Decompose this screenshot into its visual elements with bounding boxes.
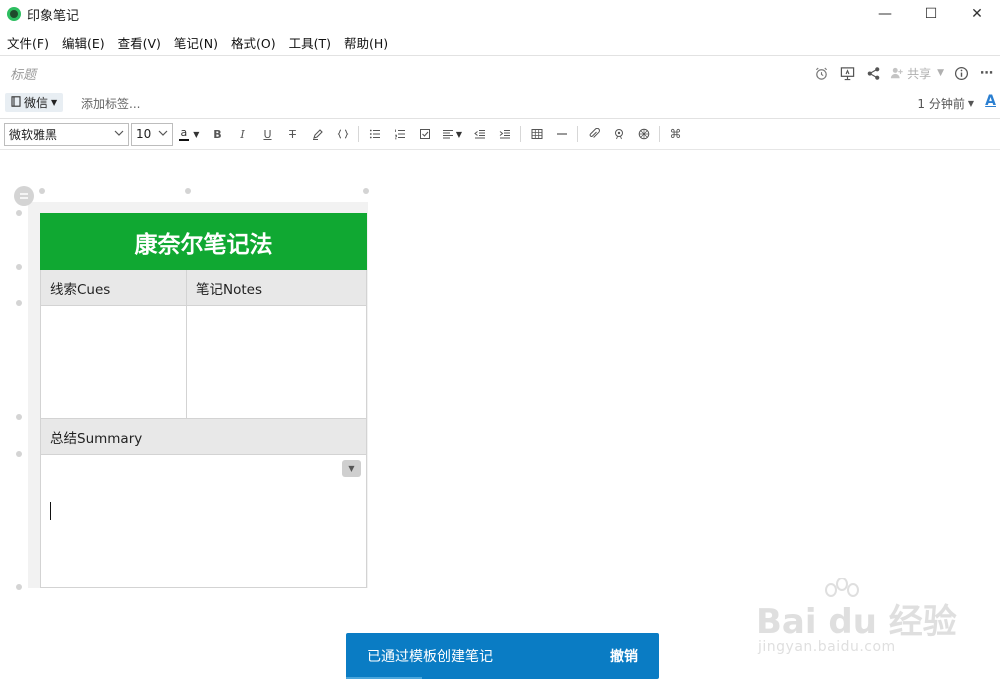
text-cursor (50, 502, 51, 520)
chevron-down-icon: ▼ (193, 129, 200, 139)
row-resize-handle[interactable] (16, 210, 22, 216)
chevron-down-icon: ▼ (937, 68, 944, 78)
share-label: 共享 (907, 66, 932, 81)
text-color-button[interactable]: a ▼ (173, 123, 205, 145)
toolbar-divider (520, 126, 521, 142)
alarm-reminder-icon[interactable] (808, 62, 834, 84)
record-audio-icon[interactable] (606, 123, 631, 145)
font-family-value: 微软雅黑 (9, 127, 58, 142)
indent-icon[interactable] (492, 123, 517, 145)
bullet-list-icon[interactable] (362, 123, 387, 145)
edit-time-label: 1 分钟前 (917, 97, 965, 111)
note-actions: 共享 ▼ ⋯ (808, 61, 1000, 85)
code-block-icon[interactable] (330, 123, 355, 145)
summary-cell[interactable]: ▼ (40, 454, 367, 588)
notebook-selector[interactable]: 微信 ▼ (5, 93, 64, 112)
toolbar-divider (577, 126, 578, 142)
menu-note[interactable]: 笔记(N) (174, 33, 218, 52)
watermark-url: jingyan.baidu.com (758, 639, 896, 655)
text-color-letter: a (178, 126, 190, 141)
menu-view[interactable]: 查看(V) (118, 33, 161, 52)
template-created-toast: 已通过模板创建笔记 撤销 (346, 633, 659, 679)
table-menu-handle[interactable] (14, 186, 34, 206)
add-tag-input[interactable]: 添加标签... (81, 95, 140, 112)
toast-progress-bar (346, 677, 422, 679)
window-title: 印象笔记 (27, 8, 80, 24)
person-icon (890, 67, 903, 79)
table-icon[interactable] (524, 123, 549, 145)
close-button[interactable]: ✕ (954, 0, 1000, 28)
menu-help[interactable]: 帮助(H) (344, 33, 388, 52)
highlighter-icon[interactable] (305, 123, 330, 145)
font-size-value: 10 (136, 127, 152, 141)
font-family-select[interactable]: 微软雅黑 (4, 122, 129, 146)
summary-header[interactable]: 总结Summary (40, 418, 367, 455)
cues-cell[interactable] (40, 305, 187, 419)
row-resize-handle[interactable] (16, 300, 22, 306)
numbered-list-icon[interactable] (387, 123, 412, 145)
info-icon[interactable] (948, 62, 974, 84)
row-resize-handle[interactable] (16, 451, 22, 457)
column-resize-handle[interactable] (363, 188, 369, 194)
attachment-icon[interactable] (581, 123, 606, 145)
menu-edit[interactable]: 编辑(E) (62, 33, 105, 52)
more-options-icon[interactable]: ⋯ (974, 62, 1000, 84)
horizontal-rule-icon[interactable] (549, 123, 574, 145)
outdent-icon[interactable] (467, 123, 492, 145)
chevron-down-icon: ▼ (967, 99, 974, 108)
align-dropdown-icon[interactable]: ▼ (437, 123, 467, 145)
font-size-select[interactable]: 10 (131, 122, 173, 146)
shortcut-command-icon[interactable]: ⌘ (663, 123, 688, 145)
drag-handle-icon (20, 193, 28, 199)
undo-button[interactable]: 撤销 (610, 646, 638, 666)
evernote-logo-icon (7, 7, 21, 21)
menu-format[interactable]: 格式(O) (231, 33, 276, 52)
present-icon[interactable] (834, 62, 860, 84)
template-title[interactable]: 康奈尔笔记法 (40, 213, 367, 270)
underline-button[interactable]: U (255, 123, 280, 145)
note-title-input[interactable]: 标题 (10, 64, 36, 83)
notebook-name: 微信 (24, 96, 49, 110)
formatting-toolbar: 微软雅黑 10 a ▼ B I U T ▼ ⌘ (4, 122, 688, 146)
chevron-down-icon (114, 129, 124, 139)
cues-header[interactable]: 线索Cues (40, 269, 187, 306)
watermark-brand: Bai du 经验 (756, 602, 957, 642)
checkbox-icon[interactable] (412, 123, 437, 145)
notes-header[interactable]: 笔记Notes (186, 269, 367, 306)
menu-bar: 文件(F) 编辑(E) 查看(V) 笔记(N) 格式(O) 工具(T) 帮助(H… (0, 31, 401, 53)
column-resize-handle[interactable] (39, 188, 45, 194)
title-bar: 印象笔记 — ☐ ✕ (0, 0, 1000, 28)
row-resize-handle[interactable] (16, 414, 22, 420)
toast-message: 已通过模板创建笔记 (367, 649, 493, 665)
baidu-watermark: Bai du 经验 jingyan.baidu.com (756, 578, 957, 662)
window-controls: — ☐ ✕ (862, 0, 1000, 28)
edit-time-dropdown[interactable]: 1 分钟前 ▼ (917, 95, 974, 112)
cell-options-dropdown-icon[interactable]: ▼ (342, 460, 361, 477)
strikethrough-button[interactable]: T (280, 123, 305, 145)
notebook-icon (11, 95, 21, 110)
chevron-down-icon (158, 129, 168, 139)
minimize-button[interactable]: — (862, 0, 908, 28)
share-people-button[interactable]: 共享 ▼ (890, 65, 944, 82)
cornell-notes-table: 康奈尔笔记法 线索Cues 笔记Notes 总结Summary ▼ (40, 213, 367, 588)
menu-divider (0, 55, 1000, 56)
menu-tools[interactable]: 工具(T) (289, 33, 331, 52)
font-style-icon[interactable]: A (985, 93, 996, 109)
toolbar-divider-top (0, 118, 1000, 119)
toolbar-divider (358, 126, 359, 142)
column-resize-handle[interactable] (185, 188, 191, 194)
share-icon[interactable] (860, 62, 886, 84)
italic-button[interactable]: I (230, 123, 255, 145)
row-resize-handle[interactable] (16, 264, 22, 270)
notes-cell[interactable] (186, 305, 367, 419)
chevron-down-icon: ▼ (51, 98, 58, 107)
bold-button[interactable]: B (205, 123, 230, 145)
maximize-button[interactable]: ☐ (908, 0, 954, 28)
toolbar-divider (659, 126, 660, 142)
row-resize-handle[interactable] (16, 584, 22, 590)
sketch-icon[interactable] (631, 123, 656, 145)
menu-file[interactable]: 文件(F) (7, 33, 49, 52)
